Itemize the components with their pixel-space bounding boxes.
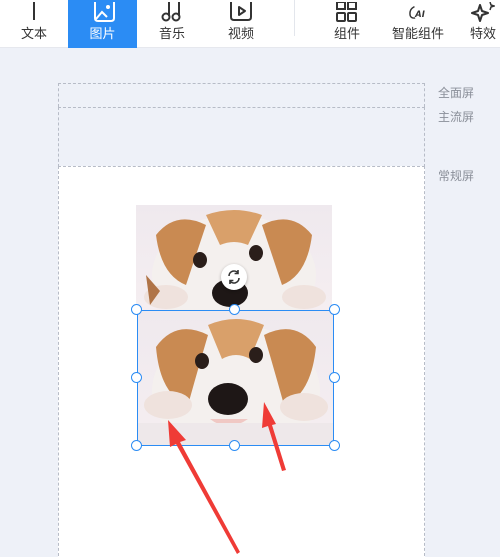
tool-ai-components[interactable]: AI 智能组件 [382, 0, 454, 48]
resize-handle-bottom-right[interactable] [329, 440, 340, 451]
tool-image[interactable]: 图片 [68, 0, 137, 48]
image-icon [91, 0, 115, 24]
resize-handle-left[interactable] [131, 372, 142, 383]
tool-image-label: 图片 [89, 27, 116, 42]
full-screen-zone [58, 83, 425, 107]
tool-music-label: 音乐 [158, 27, 185, 42]
effects-icon [471, 0, 495, 24]
full-screen-label: 全面屏 [438, 86, 475, 100]
resize-handle-right[interactable] [329, 372, 340, 383]
main-screen-zone [58, 107, 425, 167]
tool-components[interactable]: 组件 [314, 0, 380, 48]
main-screen-label: 主流屏 [438, 110, 475, 124]
toolbar-divider [294, 0, 295, 36]
music-icon [160, 0, 184, 24]
regular-screen-label: 常规屏 [438, 169, 475, 183]
video-icon [229, 0, 253, 24]
text-icon [22, 0, 46, 24]
rotate-button[interactable] [221, 264, 247, 290]
svg-text:AI: AI [414, 9, 425, 19]
resize-handle-top[interactable] [229, 304, 240, 315]
puppy-image-top[interactable] [136, 205, 332, 311]
top-toolbar: 文本 图片 音乐 视频 组件 AI 智能组件 特效 [0, 0, 500, 48]
tool-effects[interactable]: 特效 [462, 0, 500, 48]
resize-handle-bottom[interactable] [229, 440, 240, 451]
tool-effects-label: 特效 [469, 27, 496, 42]
rotate-icon [228, 270, 240, 284]
resize-handle-top-right[interactable] [329, 304, 340, 315]
tool-text[interactable]: 文本 [0, 0, 68, 48]
tool-video[interactable]: 视频 [207, 0, 275, 48]
tool-text-label: 文本 [20, 27, 47, 42]
resize-handle-top-left[interactable] [131, 304, 142, 315]
ai-components-icon: AI [406, 0, 430, 24]
tool-video-label: 视频 [227, 27, 254, 42]
tool-music[interactable]: 音乐 [137, 0, 207, 48]
resize-handle-bottom-left[interactable] [131, 440, 142, 451]
components-icon [335, 0, 359, 24]
selection-frame [137, 310, 334, 446]
tool-ai-components-label: 智能组件 [391, 27, 444, 42]
tool-components-label: 组件 [333, 27, 360, 42]
